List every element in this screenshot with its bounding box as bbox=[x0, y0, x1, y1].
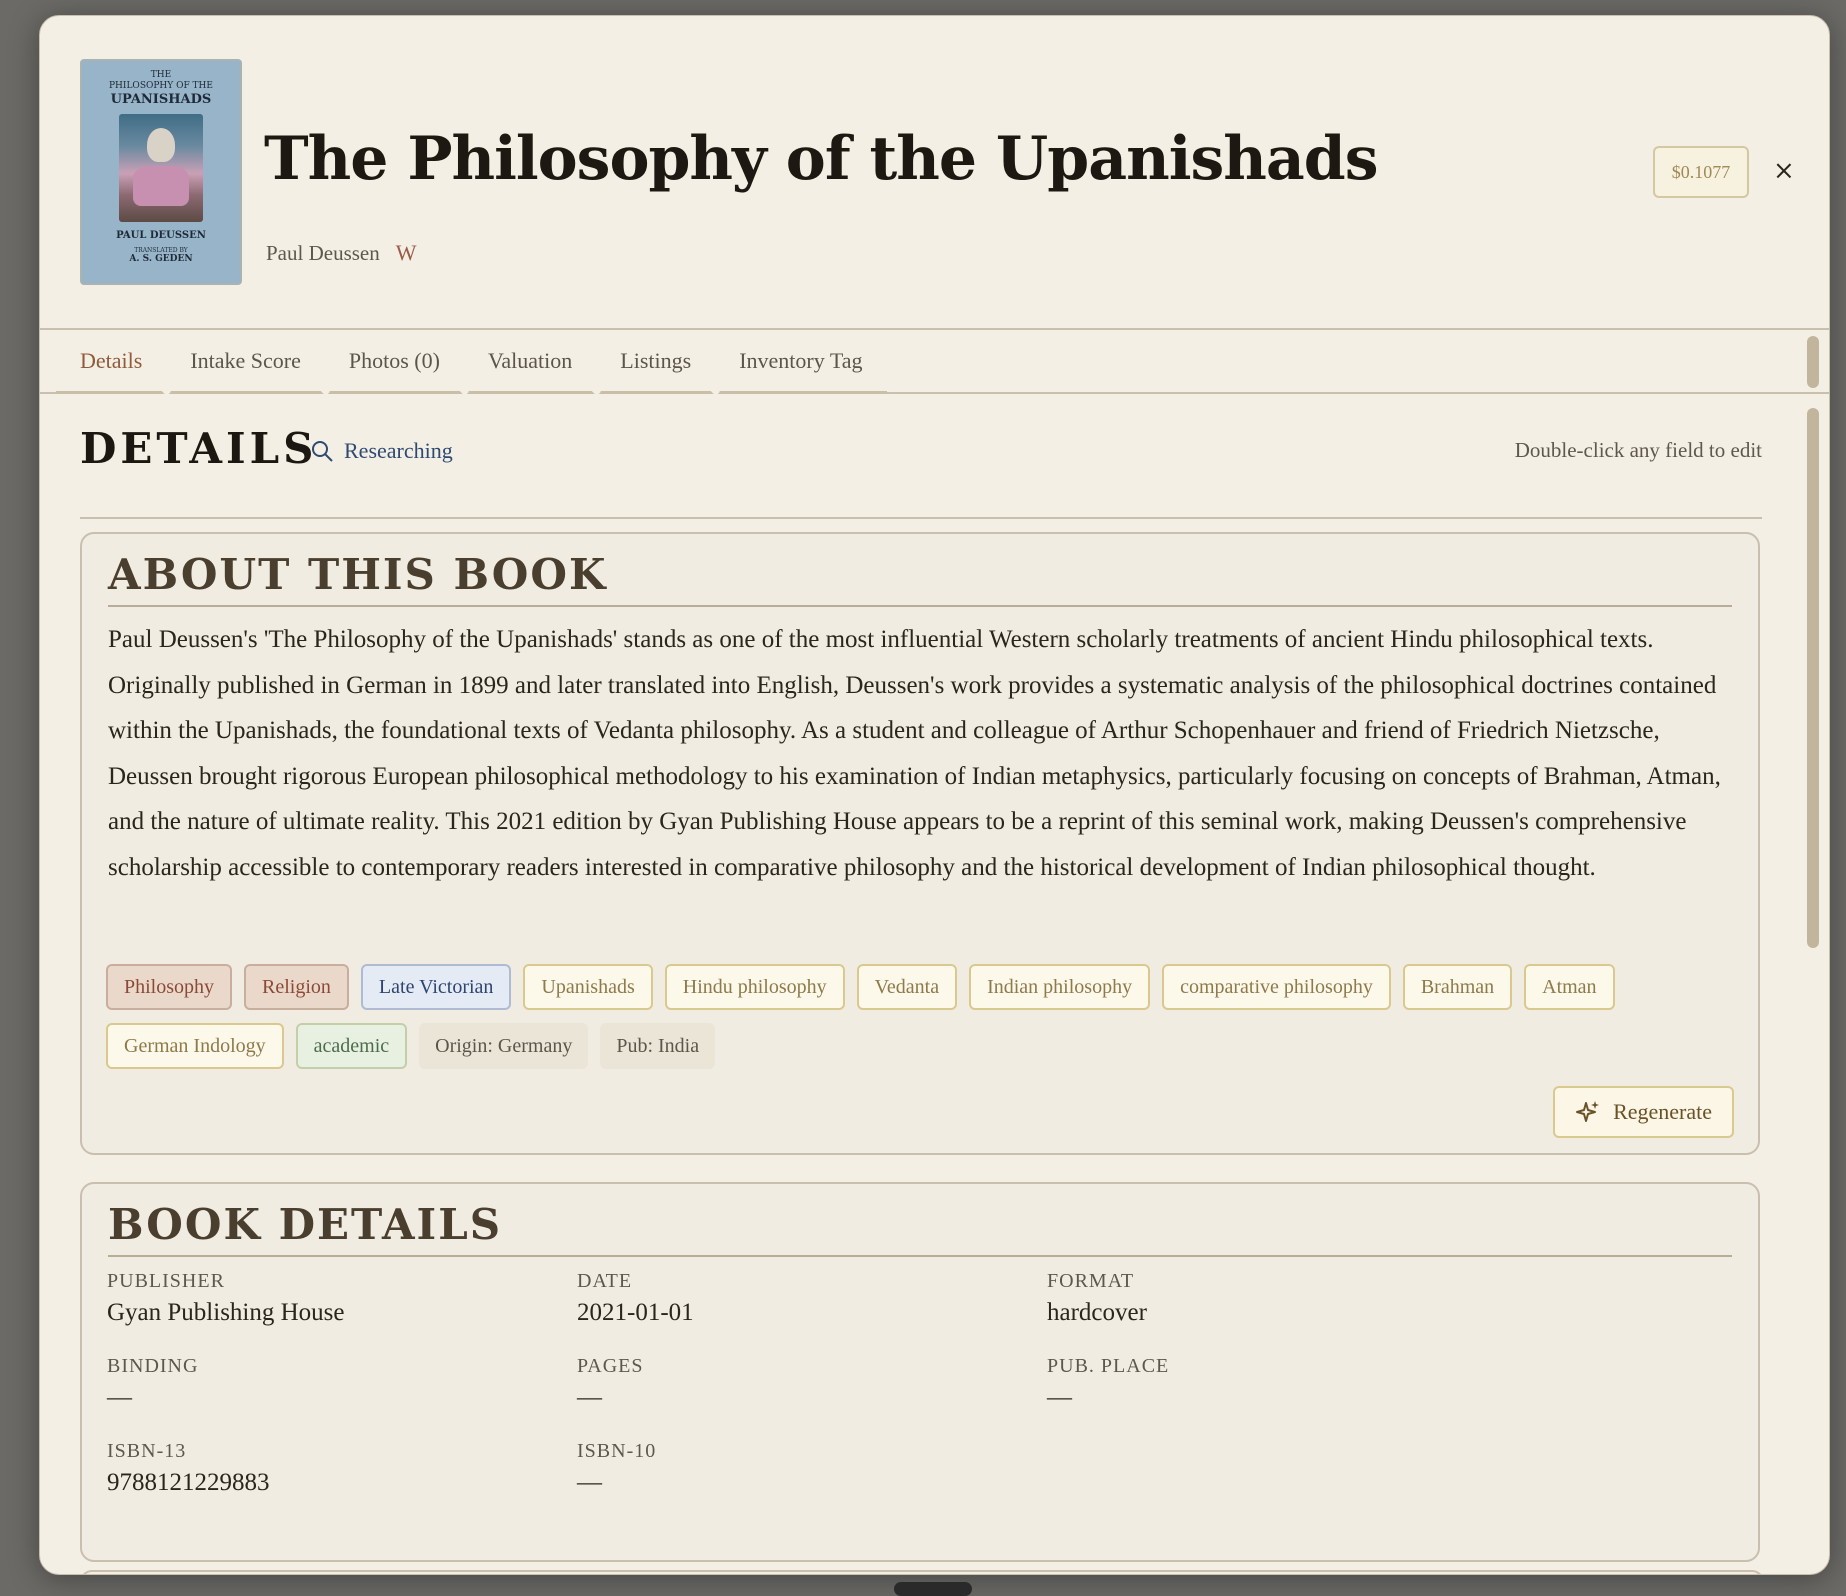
tag-chip[interactable]: academic bbox=[295, 1023, 408, 1069]
tag-chip[interactable]: Hindu philosophy bbox=[664, 964, 845, 1010]
field-label: ISBN-10 bbox=[577, 1440, 657, 1462]
tag-chip[interactable]: Upanishads bbox=[523, 964, 653, 1010]
field-value[interactable]: hardcover bbox=[1047, 1299, 1567, 1327]
tab-valuation[interactable]: Valuation bbox=[464, 330, 596, 391]
tag-chip[interactable]: Vedanta bbox=[856, 964, 958, 1010]
field-value[interactable]: 9788121229883 bbox=[107, 1469, 627, 1497]
resize-handle[interactable] bbox=[894, 1582, 972, 1596]
tag-chip[interactable]: Religion bbox=[244, 964, 349, 1010]
details-heading: DETAILS bbox=[80, 424, 318, 473]
research-status-label: Researching bbox=[344, 438, 453, 463]
research-status: Researching bbox=[310, 438, 453, 464]
details-header: DETAILS Researching Double-click any fie… bbox=[80, 424, 1762, 480]
field-label: DATE bbox=[577, 1270, 633, 1292]
tab-listings[interactable]: Listings bbox=[596, 330, 715, 391]
field-format[interactable]: FORMAT hardcover bbox=[1047, 1270, 1567, 1327]
tag-chip[interactable]: Philosophy bbox=[106, 964, 233, 1010]
book-description[interactable]: Paul Deussen's 'The Philosophy of the Up… bbox=[108, 617, 1732, 890]
next-card bbox=[80, 1570, 1764, 1574]
tag-chip[interactable]: Atman bbox=[1524, 964, 1615, 1010]
cover-author: PAUL DEUSSEN bbox=[116, 230, 206, 241]
tab-scrollbar[interactable] bbox=[1807, 336, 1819, 388]
cover-translated-by: TRANSLATED BY bbox=[134, 247, 188, 254]
author-row: Paul Deussen W bbox=[266, 240, 417, 266]
field-label: BINDING bbox=[107, 1355, 199, 1377]
search-icon bbox=[312, 441, 333, 462]
book-detail-modal: THE PHILOSOPHY OF THE UPANISHADS PAUL DE… bbox=[39, 15, 1830, 1575]
field-label: ISBN-13 bbox=[107, 1440, 187, 1462]
tab-bar: Details Intake Score Photos (0) Valuation Li… bbox=[40, 328, 1829, 394]
regenerate-label: Regenerate bbox=[1613, 1099, 1712, 1124]
tag-chip[interactable]: Origin: Germany bbox=[419, 1023, 589, 1069]
content-scrollbar[interactable] bbox=[1807, 408, 1819, 948]
field-label: PUB. PLACE bbox=[1047, 1355, 1170, 1377]
cover-line-2: PHILOSOPHY OF THE bbox=[109, 81, 213, 91]
field-isbn-13[interactable]: ISBN-13 9788121229883 bbox=[107, 1440, 627, 1497]
about-card: ABOUT THIS BOOK Paul Deussen's 'The Phil… bbox=[80, 532, 1760, 1155]
tab-intake-score[interactable]: Intake Score bbox=[166, 330, 325, 391]
field-pages[interactable]: PAGES — bbox=[577, 1355, 1097, 1412]
tag-chip[interactable]: Indian philosophy bbox=[969, 964, 1151, 1010]
divider bbox=[80, 517, 1762, 519]
field-publisher[interactable]: PUBLISHER Gyan Publishing House bbox=[107, 1270, 627, 1327]
field-value[interactable]: — bbox=[107, 1384, 627, 1412]
tag-chip[interactable]: Late Victorian bbox=[360, 964, 512, 1010]
field-label: PUBLISHER bbox=[107, 1270, 225, 1292]
research-cost-badge: $0.1077 bbox=[1653, 146, 1749, 198]
field-value[interactable]: Gyan Publishing House bbox=[107, 1299, 627, 1327]
cover-translator: A. S. GEDEN bbox=[129, 254, 193, 264]
regenerate-button[interactable]: Regenerate bbox=[1553, 1086, 1734, 1138]
tag-chip[interactable]: Pub: India bbox=[600, 1023, 716, 1069]
field-pub-place[interactable]: PUB. PLACE — bbox=[1047, 1355, 1567, 1412]
field-binding[interactable]: BINDING — bbox=[107, 1355, 627, 1412]
about-heading: ABOUT THIS BOOK bbox=[108, 534, 1732, 607]
edit-hint: Double-click any field to edit bbox=[1514, 438, 1762, 462]
tabs: Details Intake Score Photos (0) Valuation Li… bbox=[56, 330, 887, 394]
field-value[interactable]: — bbox=[1047, 1384, 1567, 1412]
field-date[interactable]: DATE 2021-01-01 bbox=[577, 1270, 1097, 1327]
field-value[interactable]: — bbox=[577, 1384, 1097, 1412]
book-author: Paul Deussen bbox=[266, 241, 380, 265]
book-details-card: BOOK DETAILS PUBLISHER Gyan Publishing Ho… bbox=[80, 1182, 1760, 1562]
wikipedia-link-icon[interactable]: W bbox=[396, 240, 417, 266]
sparkle-icon bbox=[1576, 1101, 1600, 1122]
field-label: PAGES bbox=[577, 1355, 644, 1377]
close-icon[interactable]: × bbox=[1773, 152, 1795, 190]
tab-photos-0[interactable]: Photos (0) bbox=[325, 330, 464, 391]
book-cover-image: THE PHILOSOPHY OF THE UPANISHADS PAUL DE… bbox=[80, 59, 242, 285]
tab-details[interactable]: Details bbox=[56, 330, 166, 391]
modal-header: THE PHILOSOPHY OF THE UPANISHADS PAUL DE… bbox=[40, 16, 1829, 328]
cover-illustration bbox=[119, 114, 203, 222]
field-value[interactable]: 2021-01-01 bbox=[577, 1299, 1097, 1327]
tag-chip[interactable]: Brahman bbox=[1402, 964, 1513, 1010]
field-value[interactable]: — bbox=[577, 1469, 1097, 1497]
field-isbn-10[interactable]: ISBN-10 — bbox=[577, 1440, 1097, 1497]
cover-line-1: THE bbox=[150, 70, 172, 80]
tag-list: Philosophy Religion Late Victorian Upanisha… bbox=[106, 964, 1746, 1069]
book-title: The Philosophy of the Upanishads bbox=[264, 124, 1379, 194]
tag-chip[interactable]: German Indology bbox=[106, 1023, 284, 1069]
tag-chip[interactable]: comparative philosophy bbox=[1162, 964, 1391, 1010]
book-details-heading: BOOK DETAILS bbox=[108, 1184, 1732, 1257]
cover-line-3: UPANISHADS bbox=[110, 92, 212, 107]
tab-inventory-tag[interactable]: Inventory Tag bbox=[715, 330, 886, 391]
field-label: FORMAT bbox=[1047, 1270, 1135, 1292]
